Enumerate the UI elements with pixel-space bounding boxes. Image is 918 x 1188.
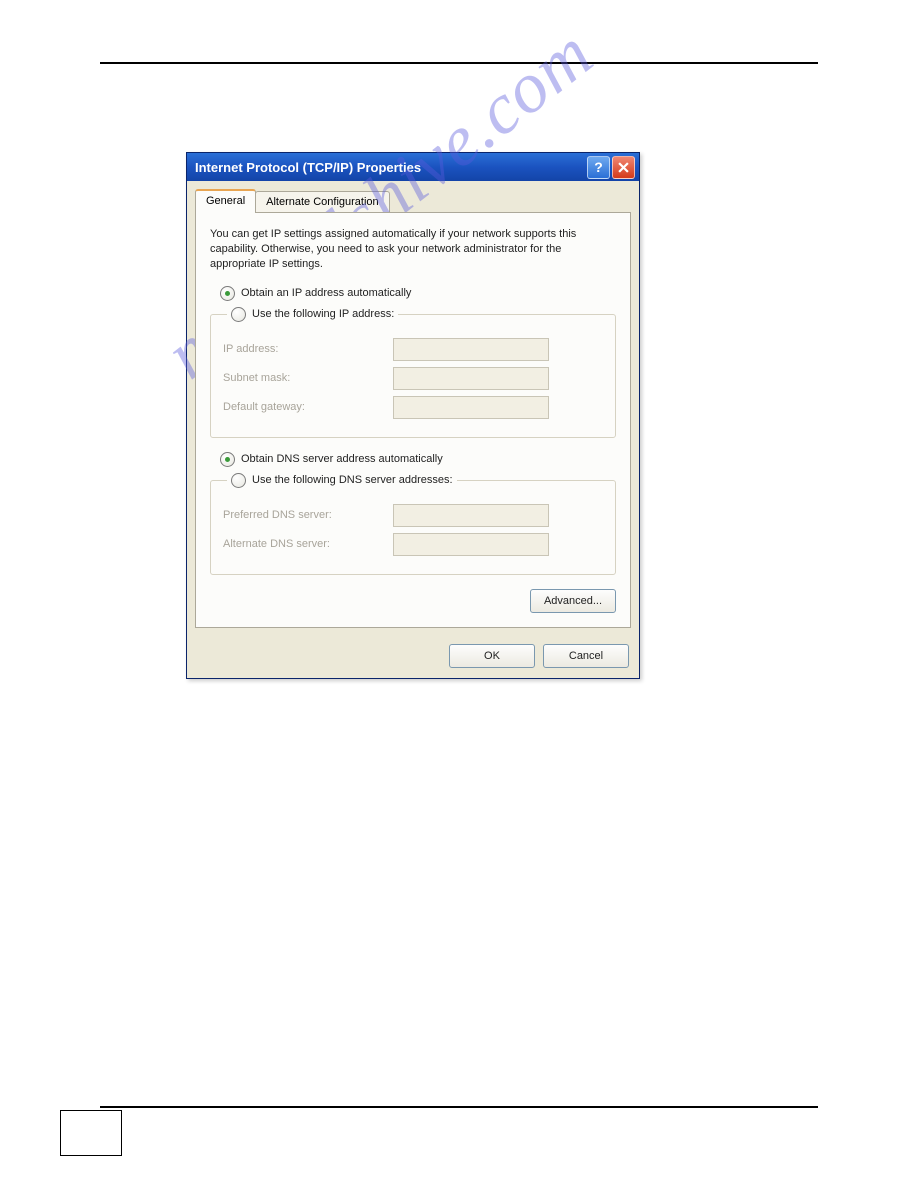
tab-general[interactable]: General bbox=[195, 189, 256, 213]
ok-button[interactable]: OK bbox=[449, 644, 535, 668]
intro-text: You can get IP settings assigned automat… bbox=[210, 227, 616, 272]
radio-obtain-ip-auto[interactable]: Obtain an IP address automatically bbox=[220, 286, 616, 301]
tab-panel-general: You can get IP settings assigned automat… bbox=[195, 212, 631, 628]
help-icon: ? bbox=[594, 159, 603, 175]
radio-icon bbox=[220, 452, 235, 467]
cancel-button[interactable]: Cancel bbox=[543, 644, 629, 668]
advanced-button[interactable]: Advanced... bbox=[530, 589, 616, 613]
tab-strip: General Alternate Configuration bbox=[187, 181, 639, 212]
help-button[interactable]: ? bbox=[587, 156, 610, 179]
tab-label: Alternate Configuration bbox=[266, 196, 379, 208]
group-use-following-ip: Use the following IP address: IP address… bbox=[210, 307, 616, 438]
titlebar: Internet Protocol (TCP/IP) Properties ? bbox=[187, 153, 639, 181]
radio-icon bbox=[220, 286, 235, 301]
label-preferred-dns: Preferred DNS server: bbox=[223, 509, 393, 521]
radio-use-following-dns[interactable]: Use the following DNS server addresses: bbox=[227, 473, 457, 488]
dialog-title: Internet Protocol (TCP/IP) Properties bbox=[195, 160, 421, 175]
page-number-box bbox=[60, 1110, 122, 1156]
input-alternate-dns[interactable] bbox=[393, 533, 549, 556]
input-default-gateway[interactable] bbox=[393, 396, 549, 419]
label-default-gateway: Default gateway: bbox=[223, 401, 393, 413]
close-icon bbox=[618, 162, 629, 173]
radio-use-following-ip[interactable]: Use the following IP address: bbox=[227, 307, 398, 322]
tab-alternate-configuration[interactable]: Alternate Configuration bbox=[255, 191, 390, 212]
radio-label: Use the following IP address: bbox=[252, 308, 394, 320]
radio-icon bbox=[231, 307, 246, 322]
radio-label: Obtain an IP address automatically bbox=[241, 287, 411, 299]
input-ip-address[interactable] bbox=[393, 338, 549, 361]
group-use-following-dns: Use the following DNS server addresses: … bbox=[210, 473, 616, 575]
input-subnet-mask[interactable] bbox=[393, 367, 549, 390]
radio-icon bbox=[231, 473, 246, 488]
input-preferred-dns[interactable] bbox=[393, 504, 549, 527]
dialog-footer: OK Cancel bbox=[187, 636, 639, 678]
radio-obtain-dns-auto[interactable]: Obtain DNS server address automatically bbox=[220, 452, 616, 467]
page-bottom-rule bbox=[100, 1106, 818, 1108]
page-top-rule bbox=[100, 62, 818, 64]
label-subnet-mask: Subnet mask: bbox=[223, 372, 393, 384]
label-ip-address: IP address: bbox=[223, 343, 393, 355]
radio-label: Obtain DNS server address automatically bbox=[241, 453, 443, 465]
label-alternate-dns: Alternate DNS server: bbox=[223, 538, 393, 550]
close-button[interactable] bbox=[612, 156, 635, 179]
tab-label: General bbox=[206, 195, 245, 207]
tcpip-properties-dialog: Internet Protocol (TCP/IP) Properties ? … bbox=[186, 152, 640, 679]
radio-label: Use the following DNS server addresses: bbox=[252, 474, 453, 486]
